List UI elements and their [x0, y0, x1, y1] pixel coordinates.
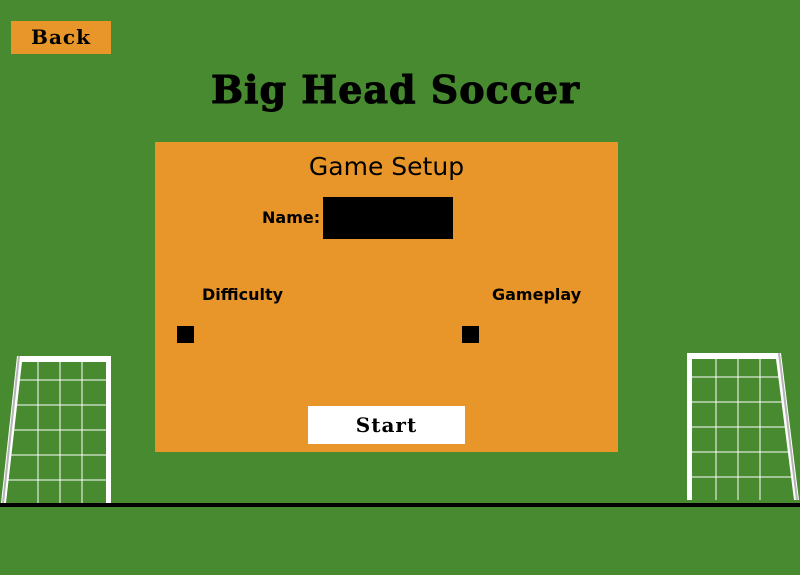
- goal-net: [5, 360, 106, 503]
- gameplay-label: Gameplay: [492, 285, 582, 304]
- ground-line: [0, 503, 800, 507]
- name-label: Name:: [262, 208, 321, 227]
- difficulty-checkbox[interactable]: [177, 326, 194, 343]
- name-input[interactable]: [323, 197, 453, 239]
- difficulty-label: Difficulty: [202, 285, 284, 304]
- panel-title: Game Setup: [308, 152, 465, 181]
- game-title: Big Head Soccer: [210, 67, 581, 113]
- gameplay-checkbox[interactable]: [462, 326, 479, 343]
- right-goal: [687, 352, 799, 501]
- game-setup-panel: Game Setup Name: Difficulty Gameplay Sta…: [155, 142, 618, 452]
- left-goal: [1, 355, 111, 504]
- back-button[interactable]: Back: [11, 21, 111, 54]
- start-button[interactable]: Start: [308, 406, 465, 444]
